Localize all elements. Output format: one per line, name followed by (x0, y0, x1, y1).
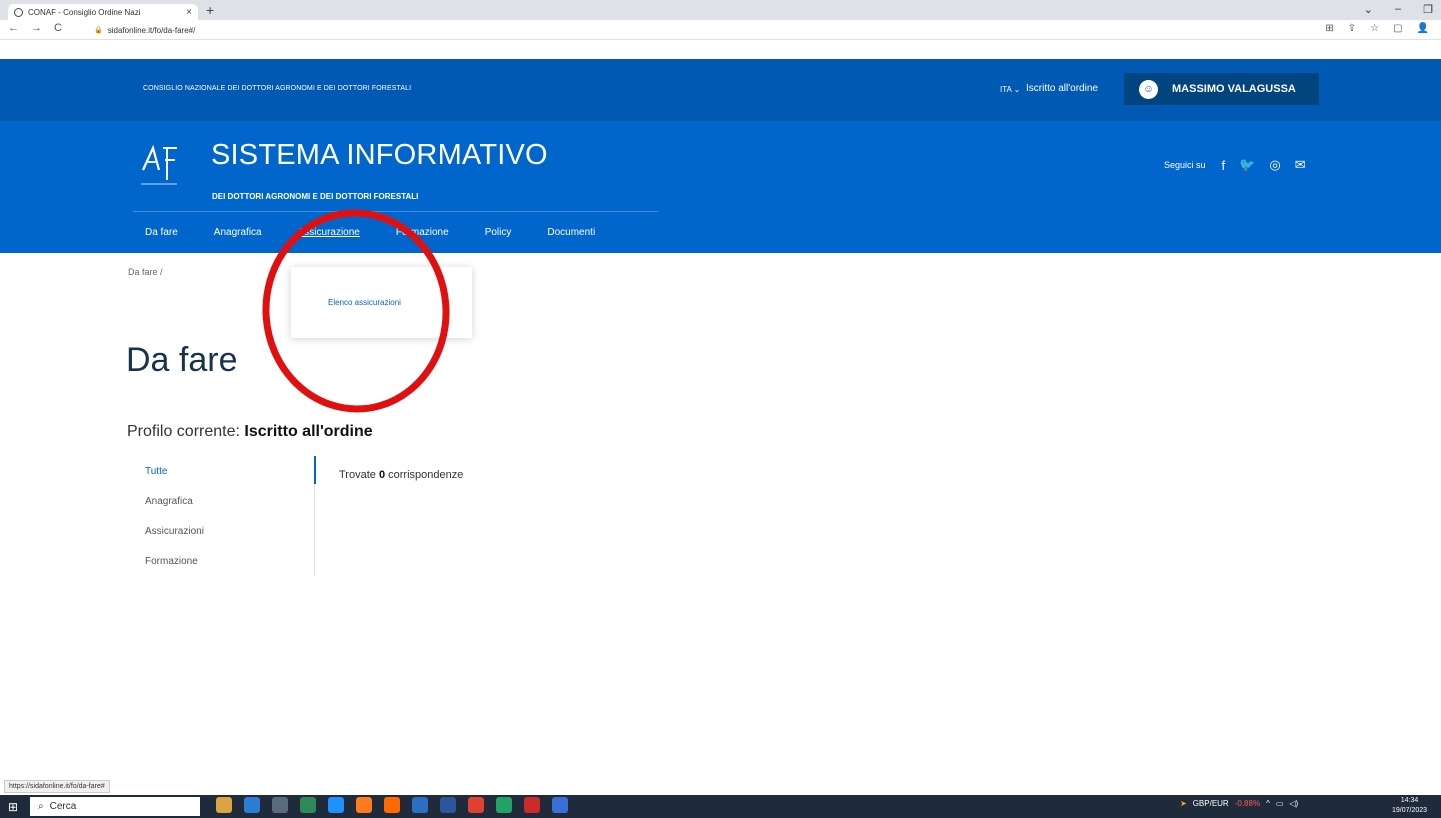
taskbar-app-icon[interactable] (384, 797, 400, 813)
tab-title: CONAF - Consiglio Ordine Nazi (28, 7, 141, 17)
profile-line: Profilo corrente: Iscritto all'ordine (127, 423, 373, 441)
restore-icon[interactable]: ❐ (1423, 3, 1433, 16)
forward-icon[interactable]: → (31, 22, 42, 34)
fx-widget-icon[interactable]: ➤ (1180, 799, 1187, 808)
nav-item-documenti[interactable]: Documenti (547, 227, 595, 238)
taskbar-search-placeholder: Cerca (49, 801, 77, 812)
new-tab-button[interactable]: + (206, 2, 214, 18)
user-name: MASSIMO VALAGUSSA (1172, 83, 1296, 95)
profile-value: Iscritto all'ordine (244, 423, 373, 440)
taskbar-app-icon[interactable] (356, 797, 372, 813)
twitter-icon[interactable]: 🐦 (1239, 157, 1255, 173)
social-links: Seguici su f 🐦 ◎ ✉ (1164, 157, 1306, 173)
share-icon[interactable]: ⇪ (1348, 23, 1356, 34)
results-suffix: corrispondenze (385, 469, 464, 481)
taskbar-app-icon[interactable] (524, 797, 540, 813)
address-bar[interactable]: 🔒 sidafonline.it/fo/da-fare#/ (94, 22, 1274, 38)
results-summary: Trovate 0 corrispondenze (339, 469, 463, 481)
filter-formazione[interactable]: Formazione (145, 556, 204, 578)
browser-tab[interactable]: CONAF - Consiglio Ordine Nazi × (8, 4, 198, 20)
url-text: sidafonline.it/fo/da-fare#/ (107, 25, 196, 35)
profile-prefix: Profilo corrente: (127, 423, 245, 440)
search-icon: ⌕ (38, 801, 44, 812)
globe-icon (14, 7, 23, 17)
taskbar-app-icon[interactable] (328, 797, 344, 813)
taskbar-apps (216, 797, 568, 813)
minimize-icon[interactable]: – (1395, 3, 1401, 16)
taskbar-clock[interactable]: 14:34 19/07/2023 (1392, 796, 1427, 816)
clock-date: 19/07/2023 (1392, 807, 1428, 814)
email-icon[interactable]: ✉ (1295, 157, 1306, 173)
logo[interactable] (137, 136, 185, 188)
browser-nav: ← → C (8, 22, 62, 34)
taskbar-app-icon[interactable] (272, 797, 288, 813)
bookmark-star-icon[interactable]: ☆ (1370, 23, 1379, 34)
nav-item-policy[interactable]: Policy (485, 227, 512, 238)
browser-extensions: ⊞ ⇪ ☆ ▢ 👤 (1325, 23, 1429, 34)
filter-active-indicator (314, 456, 316, 484)
role-link[interactable]: Iscritto all'ordine (1026, 83, 1098, 94)
taskbar-app-icon[interactable] (300, 797, 316, 813)
browser-tabstrip (0, 0, 1441, 20)
back-icon[interactable]: ← (8, 22, 19, 34)
window-controls: ⌄ – ❐ (1364, 3, 1433, 16)
annotation-ellipse (262, 209, 450, 413)
filter-anagrafica[interactable]: Anagrafica (145, 496, 204, 518)
taskbar-app-icon[interactable] (412, 797, 428, 813)
nav-item-anagrafica[interactable]: Anagrafica (214, 227, 262, 238)
instagram-icon[interactable]: ◎ (1269, 157, 1280, 173)
lock-icon: 🔒 (94, 27, 103, 34)
translate-icon[interactable]: ⊞ (1325, 23, 1333, 34)
org-name[interactable]: CONSIGLIO NAZIONALE DEI DOTTORI AGRONOMI… (143, 85, 411, 92)
profile-icon[interactable]: 👤 (1417, 23, 1429, 34)
side-panel-icon[interactable]: ▢ (1393, 23, 1402, 34)
volume-icon[interactable]: ◁) (1289, 799, 1298, 808)
network-icon[interactable]: ▭ (1276, 799, 1284, 808)
clock-time: 14:34 (1400, 797, 1419, 804)
site-subtitle: DEI DOTTORI AGRONOMI E DEI DOTTORI FORES… (212, 192, 419, 201)
user-button[interactable]: ☺ MASSIMO VALAGUSSA (1124, 73, 1319, 105)
facebook-icon[interactable]: f (1222, 158, 1226, 173)
filter-assicurazioni[interactable]: Assicurazioni (145, 526, 204, 548)
language-selector[interactable]: ITA ⌄ (1000, 85, 1020, 94)
tray-overflow-icon[interactable]: ^ (1266, 799, 1270, 808)
follow-label: Seguici su (1164, 160, 1206, 170)
fx-change: -0.88% (1234, 799, 1261, 808)
taskbar-app-icon[interactable] (552, 797, 568, 813)
taskbar-search[interactable]: ⌕ Cerca (30, 797, 200, 816)
windows-start-icon[interactable]: ⊞ (8, 800, 18, 814)
taskbar-app-icon[interactable] (496, 797, 512, 813)
tab-search-icon[interactable]: ⌄ (1364, 3, 1373, 16)
taskbar-app-icon[interactable] (244, 797, 260, 813)
results-prefix: Trovate (339, 469, 379, 481)
taskbar-app-icon[interactable] (440, 797, 456, 813)
site-title[interactable]: SISTEMA INFORMATIVO (211, 139, 548, 172)
page-title: Da fare (126, 341, 238, 379)
fx-pair[interactable]: GBP/EUR (1193, 799, 1229, 808)
taskbar-app-icon[interactable] (216, 797, 232, 813)
taskbar-app-icon[interactable] (468, 797, 484, 813)
tab-close-icon[interactable]: × (186, 7, 192, 18)
link-status-hint: https://sidafonline.it/fo/da-fare# (4, 780, 110, 793)
reload-icon[interactable]: C (54, 22, 62, 34)
user-avatar-icon: ☺ (1139, 79, 1158, 99)
filter-list: Tutte Anagrafica Assicurazioni Formazion… (145, 466, 204, 586)
filter-tutte[interactable]: Tutte (145, 466, 204, 488)
nav-item-da-fare[interactable]: Da fare (145, 227, 178, 238)
system-tray: ➤ GBP/EUR -0.88% ^ ▭ ◁) (1180, 799, 1298, 808)
breadcrumb[interactable]: Da fare / (128, 267, 163, 277)
